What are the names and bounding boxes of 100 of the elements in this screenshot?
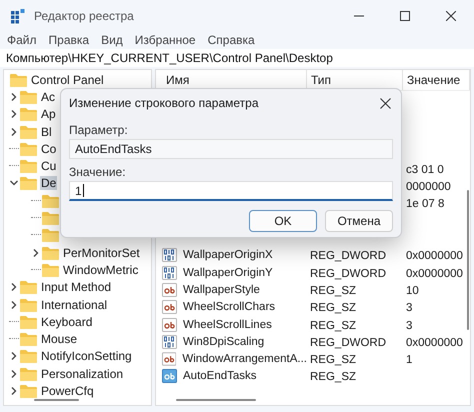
tree-item[interactable]: NotifyIconSetting — [40, 349, 133, 364]
field-label: Параметр: — [69, 123, 128, 137]
tree-item[interactable]: Ap — [40, 107, 57, 122]
value-name[interactable]: AutoEndTasks — [180, 370, 257, 382]
menu-item[interactable]: Файл — [7, 33, 37, 47]
binary-value-icon — [162, 266, 177, 280]
tree-item[interactable]: Keyboard — [40, 314, 94, 329]
value-data: 1e 07 8 — [405, 198, 444, 210]
folder-icon — [20, 314, 37, 329]
value-name[interactable]: WheelScrollLines — [180, 318, 272, 330]
value-data: 0000000 — [405, 181, 451, 194]
tree-item[interactable]: PerMonitorSet — [62, 246, 141, 260]
value-data: 10 — [405, 284, 419, 297]
folder-icon — [20, 332, 37, 346]
folder-icon — [20, 90, 37, 104]
value-name[interactable]: Win8DpiScaling — [180, 336, 264, 348]
chevron-icon[interactable] — [32, 248, 40, 257]
input-field[interactable]: AutoEndTasks — [69, 139, 393, 159]
menu-item[interactable]: Справка — [208, 33, 255, 47]
folder-icon — [20, 124, 37, 139]
chevron-icon[interactable] — [10, 352, 18, 360]
value-type: REG_SZ — [309, 371, 356, 384]
chevron-icon[interactable] — [10, 300, 18, 308]
tree-item[interactable]: PowerCfq — [40, 384, 95, 398]
menu-item[interactable]: Избранное — [134, 33, 196, 47]
folder-icon — [20, 107, 37, 122]
value-name[interactable]: WheelScrollChars — [180, 301, 276, 314]
folder-icon — [20, 280, 37, 294]
value-name[interactable]: WallpaperStyle — [180, 284, 260, 296]
folder-icon — [20, 349, 37, 364]
string-value-icon — [162, 282, 177, 297]
chevron-icon[interactable] — [10, 283, 18, 292]
field-label: Значение: — [69, 165, 126, 179]
value-type: REG_DWORD — [309, 336, 386, 349]
chevron-icon[interactable] — [10, 128, 18, 136]
value-type: REG_SZ — [309, 320, 356, 332]
value-data: 3 — [405, 320, 412, 332]
value-name[interactable]: WallpaperOriginY — [180, 266, 273, 279]
folder-icon — [20, 384, 37, 398]
value-data: 1 — [405, 354, 412, 366]
chevron-icon[interactable] — [10, 110, 18, 118]
scrollbar[interactable] — [176, 399, 256, 401]
folder-icon — [20, 159, 37, 174]
window-title: Редактор реестра — [34, 8, 135, 22]
value-type: REG_DWORD — [309, 250, 386, 262]
scrollbar[interactable] — [467, 190, 469, 330]
folder-icon — [20, 142, 37, 156]
value-name[interactable]: WallpaperOriginX — [180, 249, 273, 262]
folder-icon — [42, 228, 59, 242]
value-type: REG_SZ — [309, 302, 356, 314]
value-data: c3 01 0 — [405, 164, 444, 176]
value-data: 3 — [405, 302, 412, 314]
tree-item[interactable]: WindowMetric — [62, 262, 140, 277]
close-icon — [380, 98, 391, 108]
folder-icon — [20, 298, 37, 312]
tree-item[interactable]: De — [40, 176, 58, 190]
scrollbar[interactable] — [34, 399, 79, 401]
folder-icon — [42, 211, 59, 226]
binary-value-icon — [162, 334, 177, 349]
chevron-icon[interactable] — [10, 386, 18, 395]
app-icon — [10, 8, 26, 24]
value-data: 0x0000000 — [405, 336, 463, 349]
folder-icon — [20, 366, 37, 381]
cancel-button[interactable]: Отмена — [325, 210, 393, 232]
close-icon — [446, 10, 456, 20]
ok-button[interactable]: OK — [249, 210, 317, 232]
string-value-icon — [162, 300, 177, 314]
tree-item[interactable]: International — [40, 298, 108, 312]
input-field[interactable]: 1 — [69, 181, 393, 201]
dialog-title: Изменение строкового параметра — [69, 96, 259, 110]
binary-value-icon — [162, 248, 177, 262]
tree-item[interactable]: Ac — [40, 90, 56, 104]
folder-icon — [42, 194, 59, 208]
tree-item[interactable]: Personalization — [40, 366, 124, 381]
tree-item[interactable]: Input Method — [40, 280, 112, 294]
value-type: REG_DWORD — [309, 268, 386, 280]
folder-icon — [20, 176, 37, 190]
tree-item[interactable]: Control Panel — [30, 72, 105, 87]
close-button[interactable] — [378, 96, 393, 110]
tree-item[interactable]: Mouse — [40, 332, 78, 346]
column-header[interactable]: Значение — [403, 70, 470, 90]
menu-item[interactable]: Правка — [48, 33, 90, 47]
chevron-icon[interactable] — [10, 92, 18, 101]
folder-icon — [42, 246, 59, 260]
value-name[interactable]: WindowArrangementA... — [179, 353, 307, 366]
maximize-icon — [400, 10, 410, 20]
menu-item[interactable]: Вид — [101, 33, 123, 47]
tree-item[interactable]: Co — [40, 142, 58, 156]
folder-icon — [10, 72, 27, 87]
address-bar[interactable]: Компьютер\HKEY_CURRENT_USER\Control Panel\Desktop — [0, 49, 474, 67]
chevron-icon[interactable] — [10, 179, 18, 188]
tree-item[interactable]: Bl — [40, 124, 53, 139]
value-data: 0x0000000 — [405, 268, 463, 280]
tree-item[interactable]: Cu — [40, 159, 58, 174]
value-type: REG_SZ — [309, 354, 356, 366]
chevron-icon[interactable] — [10, 370, 18, 378]
string-value-icon — [162, 318, 177, 332]
folder-icon — [42, 262, 59, 277]
value-data: 0x0000000 — [405, 250, 463, 262]
string-value-icon — [162, 352, 176, 366]
